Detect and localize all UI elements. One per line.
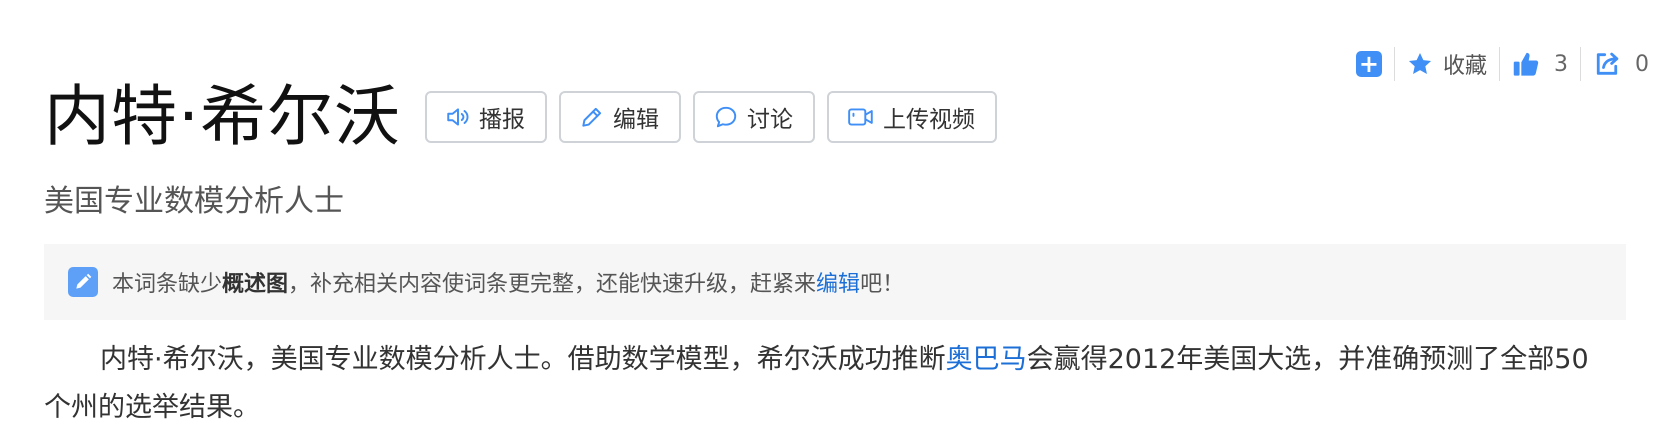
upload-video-button[interactable]: 上传视频 <box>826 91 997 143</box>
thumbs-up-icon <box>1513 52 1539 76</box>
notice-bold: 概述图 <box>222 272 289 297</box>
page-title: 内特·希尔沃 <box>44 78 401 155</box>
plus-square-icon: + <box>1355 51 1382 77</box>
discuss-label: 讨论 <box>746 107 793 133</box>
discuss-button[interactable]: 讨论 <box>692 91 815 143</box>
notice-suffix: 吧！ <box>860 272 905 297</box>
missing-image-notice: 本词条缺少概述图，补充相关内容使词条更完整，还能快速升级，赶紧来编辑吧！ <box>44 244 1626 320</box>
favorite-label: 收藏 <box>1442 54 1487 79</box>
chat-bubble-icon <box>715 106 737 128</box>
title-row: 内特·希尔沃 播报 编辑 讨论 上传视频 <box>44 84 1009 150</box>
speaker-icon <box>447 108 469 126</box>
video-camera-icon <box>848 108 873 126</box>
like-button[interactable]: 3 <box>1512 47 1568 81</box>
share-count: 0 <box>1635 51 1649 77</box>
share-button[interactable]: 0 <box>1593 47 1649 81</box>
divider <box>1499 47 1500 81</box>
notice-text: 本词条缺少概述图，补充相关内容使词条更完整，还能快速升级，赶紧来编辑吧！ <box>112 266 904 298</box>
summary-text-1: 内特·希尔沃，美国专业数模分析人士。借助数学模型，希尔沃成功推断 <box>100 344 946 375</box>
notice-edit-link[interactable]: 编辑 <box>816 272 860 297</box>
upload-video-label: 上传视频 <box>882 107 975 133</box>
broadcast-label: 播报 <box>478 107 525 133</box>
edit-label: 编辑 <box>612 107 659 133</box>
divider <box>1580 47 1581 81</box>
star-icon <box>1408 52 1432 74</box>
divider <box>1393 47 1395 81</box>
summary-paragraph: 内特·希尔沃，美国专业数模分析人士。借助数学模型，希尔沃成功推断奥巴马会赢得20… <box>44 336 1614 432</box>
pencil-icon <box>582 107 602 127</box>
broadcast-button[interactable]: 播报 <box>424 91 547 143</box>
add-button[interactable]: + <box>1355 47 1382 81</box>
notice-middle: ，补充相关内容使词条更完整，还能快速升级，赶紧来 <box>288 272 817 297</box>
favorite-button[interactable]: 收藏 <box>1407 47 1487 81</box>
page-subtitle: 美国专业数模分析人士 <box>44 184 344 219</box>
entry-toolbar: + 收藏 3 0 <box>1355 44 1649 84</box>
like-count: 3 <box>1554 51 1568 77</box>
notice-prefix: 本词条缺少 <box>112 272 223 297</box>
share-icon <box>1596 52 1619 75</box>
edit-button[interactable]: 编辑 <box>558 91 681 143</box>
edit-notice-icon <box>68 267 98 297</box>
obama-link[interactable]: 奥巴马 <box>946 344 1027 375</box>
